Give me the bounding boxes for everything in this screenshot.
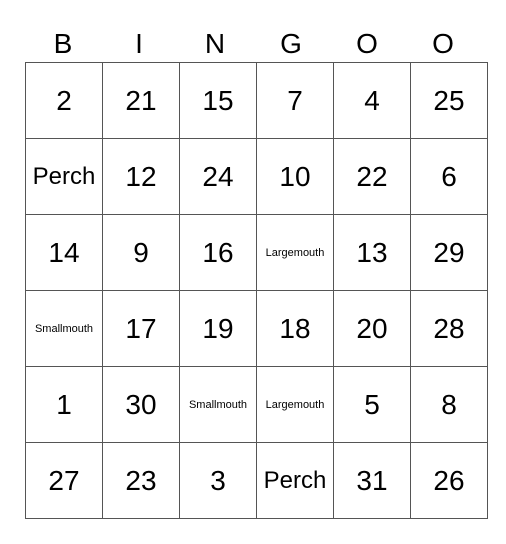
- bingo-cell[interactable]: Largemouth: [256, 366, 334, 443]
- bingo-cell[interactable]: 29: [410, 214, 488, 291]
- bingo-cell[interactable]: 15: [179, 62, 257, 139]
- bingo-cell[interactable]: 19: [179, 290, 257, 367]
- bingo-cell[interactable]: 25: [410, 62, 488, 139]
- bingo-cell[interactable]: Largemouth: [256, 214, 334, 291]
- bingo-cell[interactable]: 3: [179, 442, 257, 519]
- bingo-cell[interactable]: 21: [102, 62, 180, 139]
- bingo-cell[interactable]: 27: [25, 442, 103, 519]
- bingo-cell[interactable]: 6: [410, 138, 488, 215]
- bingo-cell[interactable]: Smallmouth: [179, 366, 257, 443]
- bingo-cell[interactable]: 24: [179, 138, 257, 215]
- bingo-cell[interactable]: 10: [256, 138, 334, 215]
- bingo-row: 2 21 15 7 4 25: [25, 62, 488, 139]
- bingo-cell[interactable]: 1: [25, 366, 103, 443]
- bingo-cell[interactable]: 23: [102, 442, 180, 519]
- bingo-header: B I N G O O: [25, 26, 481, 62]
- bingo-cell[interactable]: 7: [256, 62, 334, 139]
- bingo-cell[interactable]: 18: [256, 290, 334, 367]
- bingo-row: 27 23 3 Perch 31 26: [25, 442, 488, 519]
- bingo-cell[interactable]: 17: [102, 290, 180, 367]
- bingo-cell[interactable]: 13: [333, 214, 411, 291]
- header-letter: N: [204, 28, 226, 59]
- header-letter: B: [53, 28, 73, 59]
- bingo-cell[interactable]: 20: [333, 290, 411, 367]
- bingo-cell[interactable]: 30: [102, 366, 180, 443]
- bingo-cell[interactable]: Smallmouth: [25, 290, 103, 367]
- bingo-row: 1 30 Smallmouth Largemouth 5 8: [25, 366, 488, 443]
- bingo-row: 14 9 16 Largemouth 13 29: [25, 214, 488, 291]
- bingo-cell[interactable]: 22: [333, 138, 411, 215]
- bingo-row: Smallmouth 17 19 18 20 28: [25, 290, 488, 367]
- header-letter: O: [432, 28, 454, 59]
- bingo-cell[interactable]: 8: [410, 366, 488, 443]
- bingo-cell[interactable]: Perch: [256, 442, 334, 519]
- bingo-row: Perch 12 24 10 22 6: [25, 138, 488, 215]
- bingo-cell[interactable]: 12: [102, 138, 180, 215]
- bingo-cell[interactable]: 9: [102, 214, 180, 291]
- bingo-cell[interactable]: 2: [25, 62, 103, 139]
- header-letter: O: [356, 28, 378, 59]
- bingo-cell[interactable]: 4: [333, 62, 411, 139]
- bingo-cell[interactable]: Perch: [25, 138, 103, 215]
- bingo-cell[interactable]: 5: [333, 366, 411, 443]
- bingo-cell[interactable]: 16: [179, 214, 257, 291]
- header-letter: I: [135, 28, 143, 59]
- bingo-cell[interactable]: 31: [333, 442, 411, 519]
- bingo-cell[interactable]: 28: [410, 290, 488, 367]
- bingo-cell[interactable]: 26: [410, 442, 488, 519]
- bingo-cell[interactable]: 14: [25, 214, 103, 291]
- header-letter: G: [280, 28, 302, 59]
- bingo-card: 2 21 15 7 4 25 Perch 12 24 10 22 6 14 9 16 Largemouth 13…: [25, 62, 488, 519]
